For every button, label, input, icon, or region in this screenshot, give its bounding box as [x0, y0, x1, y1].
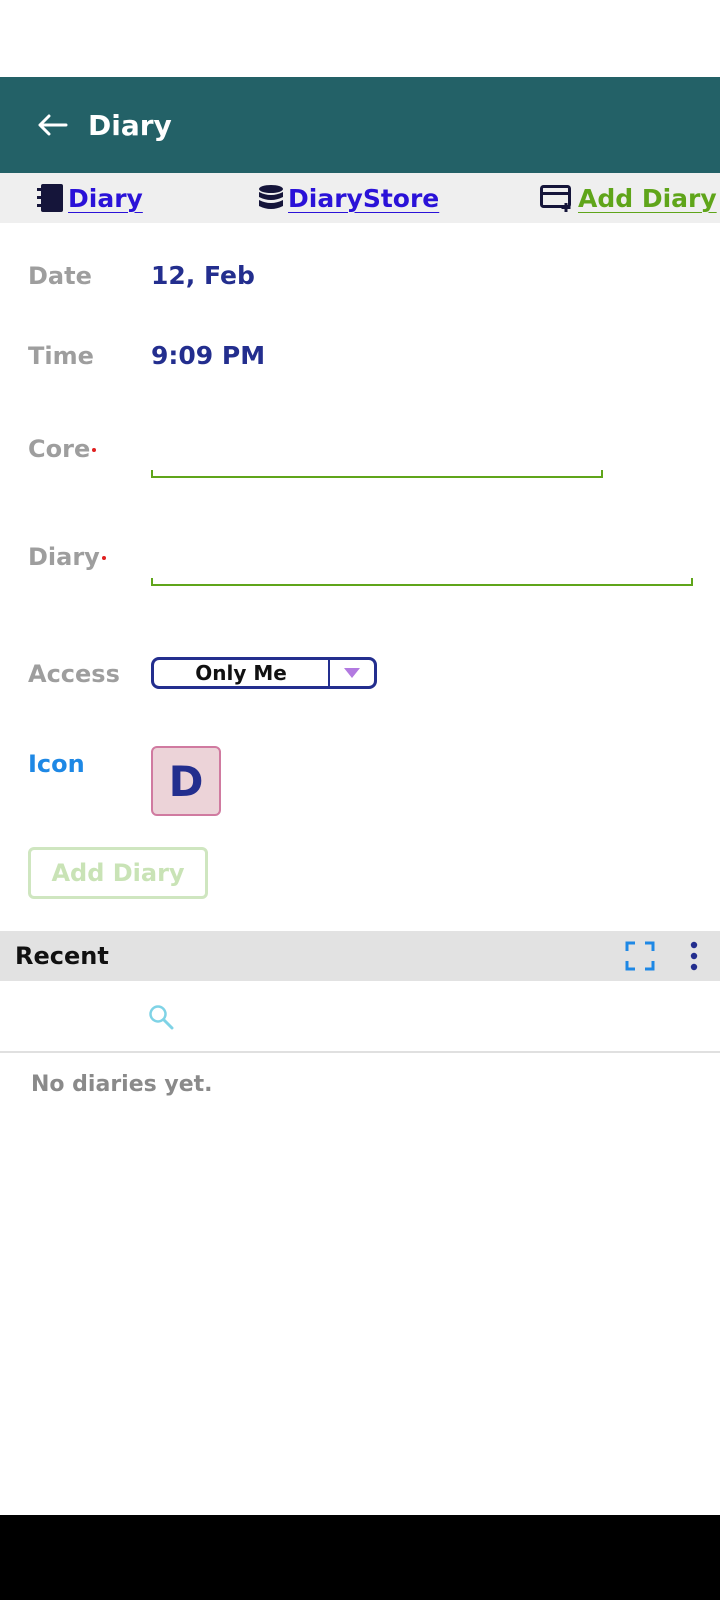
add-diary-button[interactable]: Add Diary — [28, 847, 208, 899]
tab-diarystore[interactable]: DiaryStore — [258, 184, 439, 213]
add-card-icon — [540, 185, 571, 212]
access-select[interactable]: Only Me — [151, 657, 377, 689]
more-options-button[interactable] — [672, 934, 716, 978]
required-dot — [101, 556, 106, 560]
database-icon — [259, 185, 283, 209]
search-icon — [148, 1004, 178, 1030]
diary-label: Diary — [28, 543, 106, 571]
triangle-down-icon — [344, 668, 360, 678]
tab-diary-label: Diary — [68, 183, 143, 213]
recent-header: Recent — [0, 931, 720, 981]
status-bar — [0, 0, 720, 77]
search-bar — [0, 982, 720, 1053]
notebook-icon — [37, 184, 63, 212]
time-value[interactable]: 9:09 PM — [151, 341, 265, 370]
date-value[interactable]: 12, Feb — [151, 261, 255, 290]
access-label: Access — [28, 660, 120, 688]
diary-label-text: Diary — [28, 543, 100, 571]
empty-state-message: No diaries yet. — [31, 1072, 213, 1097]
fullscreen-icon — [625, 941, 655, 971]
core-label: Core — [28, 435, 97, 463]
diary-field[interactable] — [151, 578, 695, 597]
tab-diary[interactable]: Diary — [36, 183, 143, 213]
core-label-text: Core — [28, 435, 91, 463]
dropdown-arrow[interactable] — [330, 667, 374, 679]
tab-add-diary-label: Add Diary — [578, 183, 717, 213]
diary-input[interactable] — [153, 580, 695, 597]
core-input[interactable] — [153, 472, 605, 489]
access-select-value: Only Me — [195, 661, 287, 685]
tab-add-diary[interactable]: Add Diary — [540, 184, 717, 213]
arrow-left-icon — [38, 114, 68, 136]
required-dot — [92, 448, 97, 452]
recent-title: Recent — [15, 942, 109, 970]
date-label: Date — [28, 262, 92, 290]
icon-picker[interactable]: D — [151, 746, 221, 816]
back-button[interactable] — [26, 99, 78, 151]
fullscreen-button[interactable] — [618, 934, 662, 978]
core-field[interactable] — [151, 470, 605, 489]
icon-label: Icon — [28, 750, 85, 778]
app-bar: Diary — [0, 77, 720, 173]
search-input[interactable] — [188, 1003, 592, 1030]
app-title: Diary — [88, 108, 172, 142]
more-vertical-icon — [690, 941, 698, 971]
tab-diarystore-label: DiaryStore — [288, 183, 440, 213]
system-nav-bar — [0, 1515, 720, 1600]
tab-strip: Diary DiaryStore Add Diary — [0, 173, 720, 223]
time-label: Time — [28, 342, 94, 370]
